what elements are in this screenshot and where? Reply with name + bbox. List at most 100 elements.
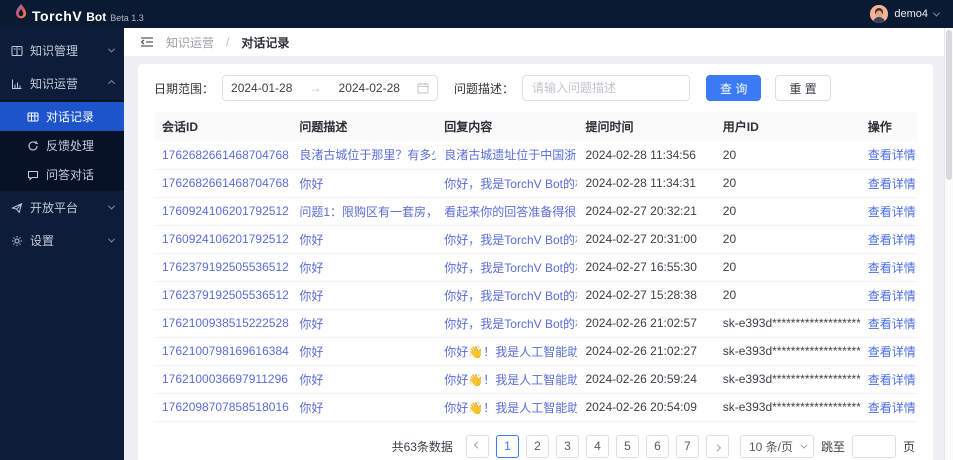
table-row: 1762379192505536512 你好 你好，我是TorchV Bot的机… (154, 281, 917, 310)
question-cell: 良渚古城位于那里？有多少年历史了 (291, 141, 437, 170)
sidebar-item-conversation-records[interactable]: 对话记录 (0, 102, 124, 131)
session-id-cell: 1762379192505536512 (154, 253, 292, 282)
session-id-cell: 1762100036697911296 (154, 365, 292, 394)
sidebar-item-open-platform[interactable]: 开放平台 (0, 191, 124, 224)
view-details-link[interactable]: 查看详情 (868, 233, 916, 247)
pagination-prev-button[interactable] (465, 434, 489, 458)
pagination-page-6[interactable]: 6 (645, 434, 669, 458)
reply-cell: 你好，我是TorchV Bot的机器人，欢迎... (436, 309, 578, 338)
page-size-select[interactable]: 10 条/页 (739, 434, 814, 458)
breadcrumb-parent[interactable]: 知识运营 (166, 34, 214, 51)
session-id-cell: 1762379192505536512 (154, 281, 292, 310)
chevron-down-icon (107, 202, 116, 210)
time-cell: 2024-02-26 21:02:27 (577, 337, 715, 366)
app-title: TorchV (32, 7, 83, 24)
col-reply: 回复内容 (436, 112, 578, 141)
time-cell: 2024-02-27 16:55:30 (577, 253, 715, 282)
avatar (870, 5, 889, 23)
chevron-right-icon (713, 443, 721, 451)
user-id-cell: 20 (714, 225, 860, 254)
chevron-up-icon (107, 79, 116, 88)
question-cell: 你好 (291, 225, 437, 254)
user-id-cell: 20 (714, 169, 860, 198)
sidebar-item-qa-chat[interactable]: 问答对话 (0, 160, 124, 189)
user-menu[interactable]: demo4 (870, 5, 941, 23)
date-range-picker[interactable]: 2024-01-28 → 2024-02-28 (222, 75, 439, 101)
sidebar-item-label: 对话记录 (46, 110, 95, 124)
reply-cell: 你好，我是TorchV Bot的机器人，欢迎... (436, 169, 578, 198)
sidebar-item-knowledge-management[interactable]: 知识管理 (0, 34, 124, 67)
chevron-left-icon (473, 441, 481, 449)
view-details-link[interactable]: 查看详情 (868, 289, 916, 303)
reply-cell: 良渚古城遗址位于中国浙江省杭州市，... (436, 141, 578, 170)
menu-fold-icon[interactable] (140, 36, 154, 48)
view-details-link[interactable]: 查看详情 (868, 345, 916, 359)
time-cell: 2024-02-26 20:59:24 (577, 365, 715, 394)
question-search-input[interactable] (522, 75, 691, 101)
chevron-down-icon (107, 235, 116, 243)
view-details-link[interactable]: 查看详情 (868, 205, 916, 219)
view-details-link[interactable]: 查看详情 (868, 401, 916, 415)
sidebar-item-label: 问答对话 (46, 168, 95, 182)
topbar: TorchV Bot Beta 1.3 demo4 (0, 0, 953, 28)
table-row: 1762100798169616384 你好 你好👋！我是人工智能助手，有什么可… (154, 337, 917, 366)
view-details-link[interactable]: 查看详情 (868, 148, 916, 162)
main-area: 知识运营 / 对话记录 日期范围： 2024-01-28 → 2024-02-2… (124, 28, 953, 460)
jump-to-page-input[interactable] (851, 434, 896, 458)
reply-cell: 你好👋！我是人工智能助手，很高兴见... (436, 365, 578, 394)
question-cell: 你好 (291, 169, 437, 198)
calendar-icon (417, 82, 429, 94)
question-cell: 你好 (291, 309, 437, 338)
time-cell: 2024-02-26 20:54:09 (577, 393, 715, 422)
reset-button[interactable]: 重 置 (775, 75, 831, 101)
sidebar-item-label: 开放平台 (30, 201, 79, 215)
date-end-value: 2024-02-28 (338, 81, 400, 95)
app-logo: TorchV Bot Beta 1.3 (14, 3, 144, 26)
filter-row: 日期范围： 2024-01-28 → 2024-02-28 问题描述： 查 询 … (154, 75, 917, 112)
chevron-down-icon (107, 45, 116, 53)
question-cell: 你好 (291, 393, 437, 422)
user-id-cell: sk-e393d********************a2759 (714, 393, 860, 422)
pagination-page-7[interactable]: 7 (675, 434, 699, 458)
pagination-next-button[interactable] (705, 434, 729, 458)
reply-cell: 看起来你的回答准备得很详细，以下是... (436, 197, 578, 226)
col-actions: 操作 (859, 112, 917, 141)
gear-icon (10, 234, 23, 247)
pagination-page-4[interactable]: 4 (585, 434, 609, 458)
view-details-link[interactable]: 查看详情 (868, 317, 916, 331)
sidebar-item-knowledge-operations[interactable]: 知识运营 (0, 67, 124, 100)
session-id-cell: 1762100798169616384 (154, 337, 292, 366)
pagination-page-2[interactable]: 2 (525, 434, 549, 458)
pagination-page-3[interactable]: 3 (555, 434, 579, 458)
time-cell: 2024-02-26 21:02:57 (577, 309, 715, 338)
book-icon (10, 44, 23, 57)
sidebar-item-feedback-handling[interactable]: 反馈处理 (0, 131, 124, 160)
view-details-link[interactable]: 查看详情 (868, 177, 916, 191)
search-button[interactable]: 查 询 (706, 75, 762, 101)
session-id-cell: 1762682661468704768 (154, 169, 292, 198)
table-header-row: 会话ID 问题描述 回复内容 提问时间 用户ID 操作 (154, 112, 917, 141)
jump-to-label: 跳至 (820, 439, 845, 454)
pagination-page-1[interactable]: 1 (495, 434, 519, 458)
breadcrumb-current: 对话记录 (241, 35, 290, 50)
conversation-log-card: 日期范围： 2024-01-28 → 2024-02-28 问题描述： 查 询 … (138, 64, 933, 460)
refresh-icon (26, 139, 39, 152)
scrollbar-thumb[interactable] (946, 30, 952, 180)
session-id-cell: 1760924106201792512 (154, 225, 292, 254)
view-details-link[interactable]: 查看详情 (868, 261, 916, 275)
sidebar-item-settings[interactable]: 设置 (0, 224, 124, 257)
question-cell: 你好 (291, 337, 437, 366)
time-cell: 2024-02-28 11:34:31 (577, 169, 715, 198)
pagination-page-5[interactable]: 5 (615, 434, 639, 458)
user-id-cell: sk-e393d********************a2759 (714, 309, 860, 338)
chevron-down-icon (800, 441, 808, 449)
vertical-scrollbar[interactable] (944, 28, 953, 460)
question-cell: 你好 (291, 253, 437, 282)
date-start-value: 2024-01-28 (231, 81, 293, 95)
session-id-cell: 1760924106201792512 (154, 197, 292, 226)
user-id-cell: 20 (714, 141, 860, 170)
time-cell: 2024-02-27 20:32:21 (577, 197, 715, 226)
col-session-id: 会话ID (154, 112, 292, 141)
table-row: 1762379192505536512 你好 你好，我是TorchV Bot的机… (154, 253, 917, 282)
view-details-link[interactable]: 查看详情 (868, 373, 916, 387)
